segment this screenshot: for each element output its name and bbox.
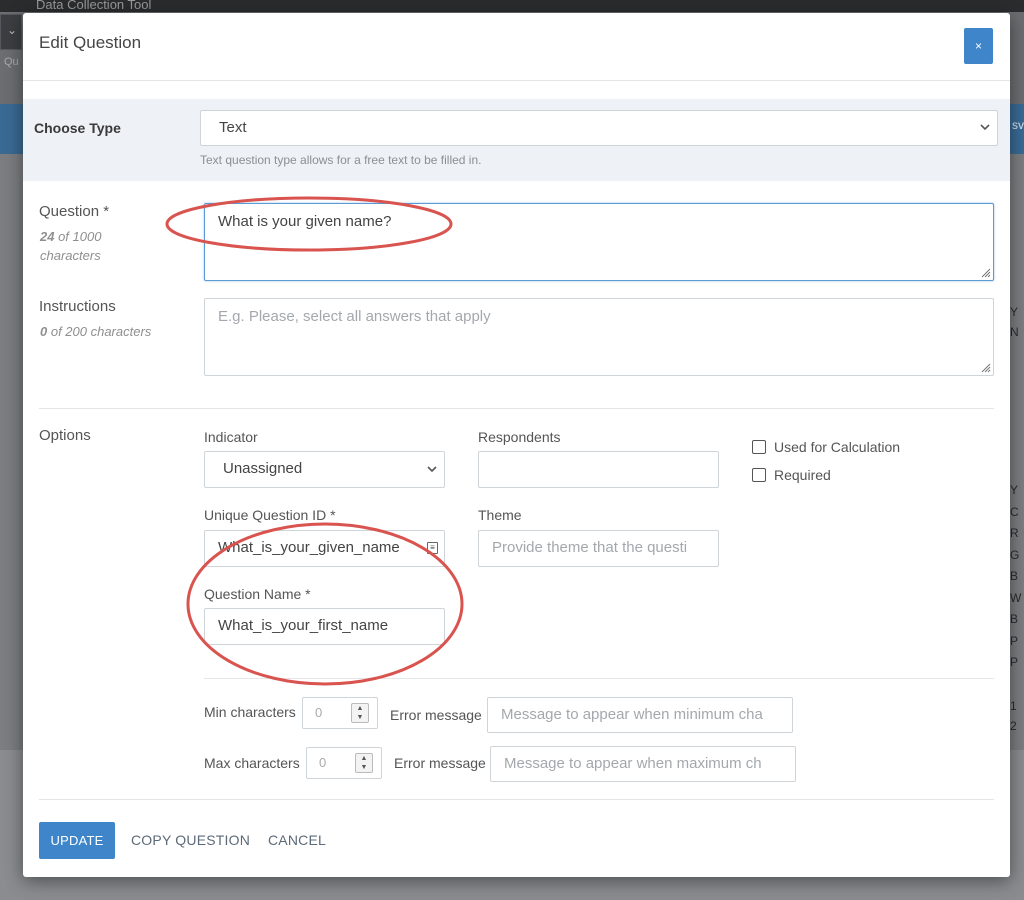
max-error-label: Error message bbox=[394, 755, 486, 771]
app-cell: P bbox=[1010, 633, 1019, 648]
app-cell: G bbox=[1010, 547, 1020, 562]
indicator-label: Indicator bbox=[204, 429, 258, 445]
used-for-calculation-checkbox[interactable] bbox=[752, 440, 766, 454]
app-tab[interactable]: Qu bbox=[0, 56, 22, 76]
question-textarea[interactable]: What is your given name? bbox=[204, 203, 994, 281]
instructions-placeholder: E.g. Please, select all answers that app… bbox=[218, 308, 491, 325]
question-name-label: Question Name * bbox=[204, 586, 311, 602]
app-cell: Y bbox=[1010, 483, 1019, 497]
min-characters-stepper[interactable]: 0 ▲ ▼ bbox=[302, 697, 378, 729]
app-cell: R bbox=[1010, 526, 1019, 540]
options-divider bbox=[204, 678, 994, 679]
app-cell: C bbox=[1010, 504, 1019, 519]
instructions-count-suffix: of 200 characters bbox=[47, 324, 152, 339]
copy-question-button[interactable]: COPY QUESTION bbox=[131, 822, 250, 859]
cancel-button[interactable]: CANCEL bbox=[268, 822, 326, 859]
question-count-number: 24 bbox=[40, 229, 55, 244]
app-cell: W bbox=[1010, 590, 1022, 605]
close-button[interactable]: × bbox=[964, 28, 993, 64]
question-count-unit: characters bbox=[40, 248, 101, 263]
min-error-placeholder: Message to appear when minimum cha bbox=[501, 706, 763, 723]
min-error-label: Error message bbox=[390, 707, 482, 723]
app-title: Data Collection Tool bbox=[36, 0, 152, 12]
app-cell: N bbox=[1010, 325, 1019, 339]
min-characters-value: 0 bbox=[315, 705, 323, 720]
resize-grip-icon[interactable] bbox=[979, 266, 991, 278]
question-type-value: Text bbox=[219, 119, 247, 136]
footer-divider bbox=[39, 799, 994, 800]
max-characters-stepper[interactable]: 0 ▲ ▼ bbox=[306, 747, 382, 779]
min-characters-label: Min characters bbox=[204, 704, 296, 720]
theme-placeholder: Provide theme that the questi bbox=[492, 539, 688, 556]
question-type-hint: Text question type allows for a free tex… bbox=[200, 153, 482, 167]
resize-grip-icon[interactable] bbox=[979, 361, 991, 373]
question-char-count: 24 of 1000 characters bbox=[40, 227, 101, 265]
app-column-values-top: Y N bbox=[1010, 302, 1024, 342]
question-type-select[interactable]: Text bbox=[200, 110, 998, 146]
instructions-char-count: 0 of 200 characters bbox=[40, 322, 151, 341]
unique-id-label: Unique Question ID * bbox=[204, 507, 336, 523]
options-label: Options bbox=[39, 427, 91, 444]
indicator-select[interactable]: Unassigned bbox=[204, 451, 445, 488]
indicator-value: Unassigned bbox=[223, 460, 303, 477]
max-characters-value: 0 bbox=[319, 755, 327, 770]
max-characters-label: Max characters bbox=[204, 755, 300, 771]
instructions-label: Instructions bbox=[39, 298, 116, 315]
app-cell: B bbox=[1010, 612, 1019, 626]
unique-id-input[interactable]: What_is_your_given_name ≡ bbox=[204, 530, 445, 567]
question-name-value: What_is_your_first_name bbox=[218, 617, 389, 634]
section-divider bbox=[39, 408, 994, 409]
question-count-suffix: of 1000 bbox=[54, 229, 102, 244]
app-column-values: Y C R G B W B P P bbox=[1010, 480, 1024, 674]
required-checkbox[interactable] bbox=[752, 468, 766, 482]
app-dropdown[interactable]: ⌄ bbox=[0, 14, 22, 50]
instructions-textarea[interactable]: E.g. Please, select all answers that app… bbox=[204, 298, 994, 376]
chevron-down-icon bbox=[979, 111, 991, 158]
app-topbar bbox=[0, 0, 1024, 12]
stepper-arrows-icon[interactable]: ▲ ▼ bbox=[351, 703, 369, 723]
app-cell: B bbox=[1010, 569, 1019, 583]
edit-question-modal: Edit Question × Choose Type Text Text qu… bbox=[23, 13, 1010, 877]
app-cell: 1 bbox=[1010, 699, 1017, 713]
respondents-label: Respondents bbox=[478, 429, 561, 445]
min-error-input[interactable]: Message to appear when minimum cha bbox=[487, 697, 793, 733]
app-header-tab: sv bbox=[1012, 118, 1024, 132]
question-text: What is your given name? bbox=[218, 213, 392, 230]
required-label: Required bbox=[774, 467, 831, 483]
update-button[interactable]: UPDATE bbox=[39, 822, 115, 859]
required-row[interactable]: Required bbox=[752, 467, 831, 483]
used-for-calculation-row[interactable]: Used for Calculation bbox=[752, 439, 900, 455]
app-cell: 2 bbox=[1010, 719, 1017, 733]
max-error-placeholder: Message to appear when maximum ch bbox=[504, 755, 762, 772]
stepper-arrows-icon[interactable]: ▲ ▼ bbox=[355, 753, 373, 773]
used-for-calculation-label: Used for Calculation bbox=[774, 439, 901, 455]
app-cell: P bbox=[1010, 655, 1019, 669]
chevron-down-icon: ⌄ bbox=[7, 23, 18, 37]
question-label: Question * bbox=[39, 203, 110, 220]
app-column-values-bottom: 1 2 bbox=[1010, 696, 1024, 736]
respondents-input[interactable] bbox=[478, 451, 719, 488]
modal-title: Edit Question bbox=[39, 33, 142, 52]
chevron-down-icon bbox=[426, 452, 438, 500]
theme-input[interactable]: Provide theme that the questi bbox=[478, 530, 719, 567]
modal-header: Edit Question × bbox=[23, 13, 1010, 81]
close-icon: × bbox=[974, 39, 982, 53]
max-error-input[interactable]: Message to appear when maximum ch bbox=[490, 746, 796, 782]
unique-id-value: What_is_your_given_name bbox=[218, 539, 400, 556]
app-cell: Y bbox=[1010, 305, 1019, 319]
calendar-icon[interactable]: ≡ bbox=[427, 542, 438, 554]
choose-type-label: Choose Type bbox=[34, 120, 121, 136]
question-name-input[interactable]: What_is_your_first_name bbox=[204, 608, 445, 645]
theme-label: Theme bbox=[478, 507, 522, 523]
